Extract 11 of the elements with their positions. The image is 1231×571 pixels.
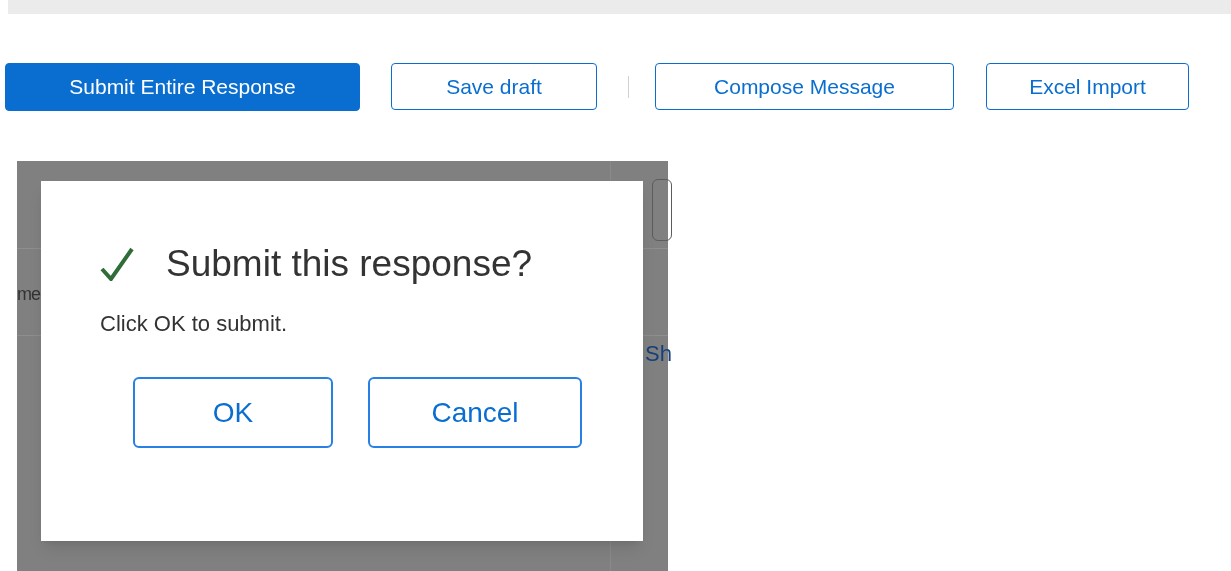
- toolbar-button[interactable]: Compose Message: [655, 63, 954, 110]
- dialog-message: Click OK to submit.: [100, 310, 289, 338]
- background-text: me: [17, 285, 41, 303]
- dialog-title: Submit this response?: [166, 242, 533, 287]
- toolbar-button[interactable]: Save draft: [391, 63, 597, 110]
- checkmark-icon: [100, 247, 134, 281]
- dialog-button[interactable]: Cancel: [368, 377, 582, 448]
- dimmed-box: [652, 179, 672, 241]
- toolbar-button[interactable]: Submit Entire Response: [5, 62, 360, 111]
- dialog-button[interactable]: OK: [133, 377, 333, 448]
- toolbar-button[interactable]: Excel Import: [986, 63, 1189, 110]
